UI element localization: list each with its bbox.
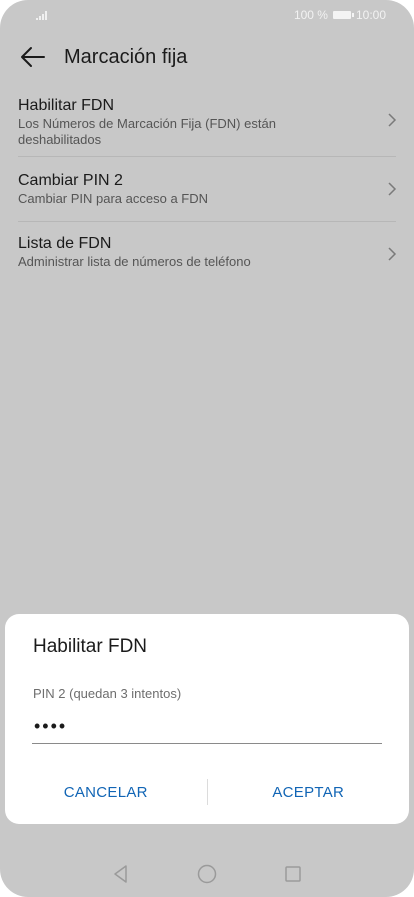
- chevron-right-icon: [388, 182, 397, 196]
- arrow-left-icon: [21, 47, 45, 67]
- list-item-lista-fdn[interactable]: Lista de FDN Administrar lista de número…: [18, 222, 397, 286]
- pin-input[interactable]: [32, 710, 382, 744]
- list-item-cambiar-pin2[interactable]: Cambiar PIN 2 Cambiar PIN para acceso a …: [18, 157, 397, 222]
- status-bar: 100 % 10:00: [0, 0, 414, 30]
- back-button[interactable]: [18, 42, 48, 72]
- accept-button[interactable]: ACEPTAR: [208, 784, 410, 801]
- list-item-title: Habilitar FDN: [18, 97, 115, 114]
- cancel-button[interactable]: CANCELAR: [5, 784, 207, 801]
- phone-screen: 100 % 10:00 Marcación fija Habilitar FDN…: [0, 0, 414, 897]
- pin-dialog: Habilitar FDN PIN 2 (quedan 3 intentos) …: [5, 614, 409, 824]
- battery-percent: 100 %: [293, 8, 328, 22]
- home-circle-icon[interactable]: [195, 862, 219, 886]
- signal-icon: [36, 10, 47, 20]
- status-time: 10:00: [355, 8, 386, 22]
- dialog-buttons: CANCELAR ACEPTAR: [5, 774, 409, 810]
- list-item-subtitle: Administrar lista de números de teléfono: [18, 254, 251, 269]
- app-header: Marcación fija: [0, 30, 414, 84]
- status-right: 100 % 10:00: [294, 8, 386, 22]
- battery-icon: [332, 11, 354, 19]
- navigation-bar: [0, 852, 414, 896]
- page-title: Marcación fija: [64, 45, 188, 68]
- pin-field-label: PIN 2 (quedan 3 intentos): [33, 686, 182, 701]
- list-item-subtitle: Los Números de Marcación Fija (FDN) está…: [18, 116, 276, 147]
- dialog-title: Habilitar FDN: [33, 636, 148, 657]
- list-item-subtitle: Cambiar PIN para acceso a FDN: [18, 191, 209, 206]
- chevron-right-icon: [388, 247, 397, 261]
- back-triangle-icon[interactable]: [109, 862, 133, 886]
- list-item-habilitar-fdn[interactable]: Habilitar FDN Los Números de Marcación F…: [18, 84, 397, 157]
- settings-list: Habilitar FDN Los Números de Marcación F…: [0, 84, 414, 286]
- list-item-title: Cambiar PIN 2: [18, 172, 123, 189]
- recents-square-icon[interactable]: [281, 862, 305, 886]
- list-item-title: Lista de FDN: [18, 235, 112, 252]
- chevron-right-icon: [388, 113, 397, 127]
